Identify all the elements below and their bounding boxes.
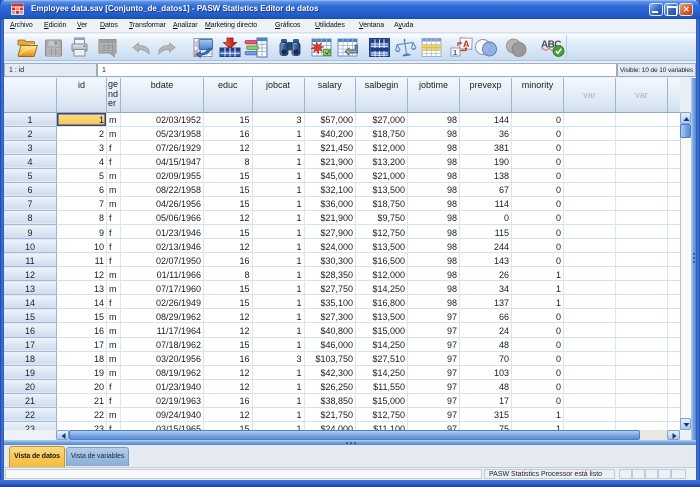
svg-text:1: 1	[453, 48, 457, 57]
